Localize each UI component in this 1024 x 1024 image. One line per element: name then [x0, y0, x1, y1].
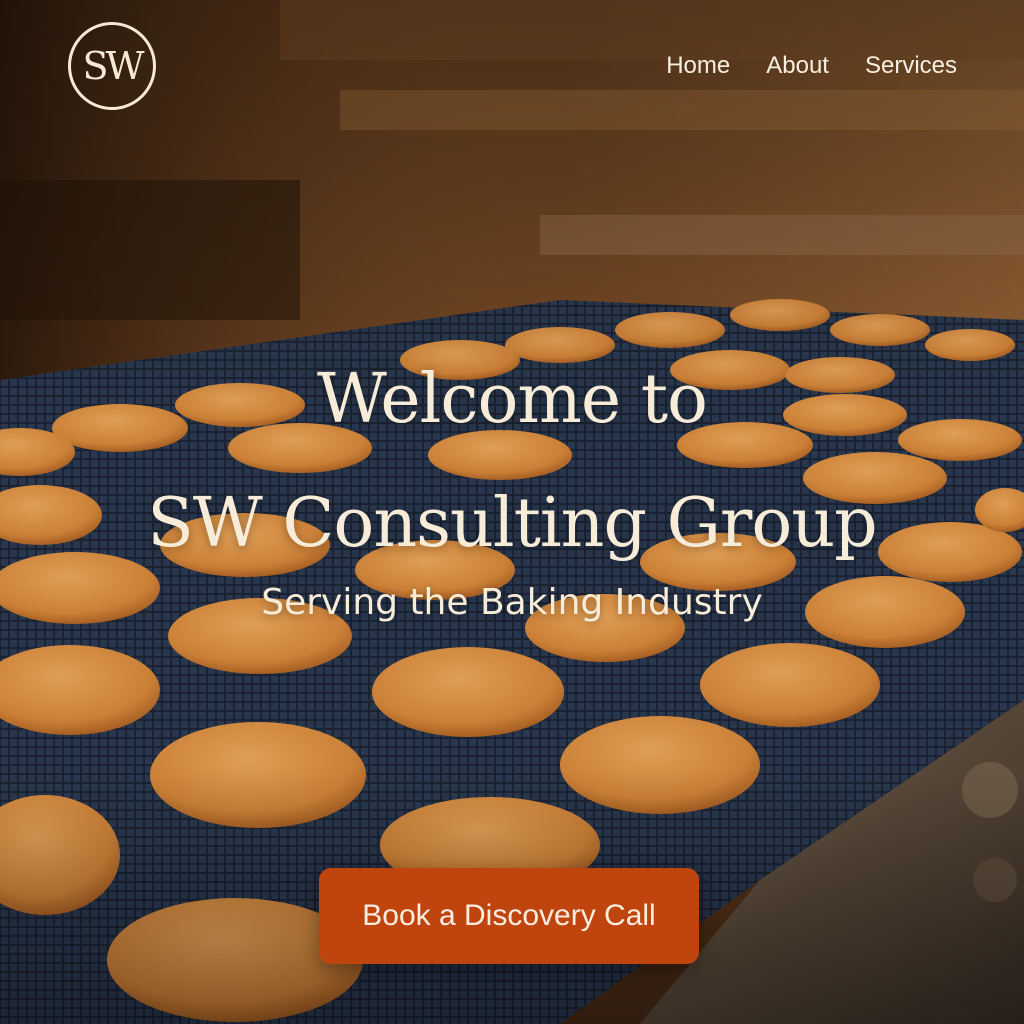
- logo-monogram: SW: [82, 44, 144, 88]
- hero-title-line-1: Welcome to: [317, 360, 708, 439]
- nav-link-services[interactable]: Services: [865, 52, 957, 80]
- main-navigation: Home About Services: [666, 52, 957, 80]
- logo[interactable]: SW: [68, 22, 156, 110]
- hero-section: SW Home About Services Welcome to SW Con…: [0, 0, 1024, 1024]
- nav-link-about[interactable]: About: [766, 52, 829, 80]
- hero-title: Welcome to SW Consulting Group: [0, 338, 1024, 586]
- nav-link-home[interactable]: Home: [666, 52, 730, 80]
- book-discovery-call-button[interactable]: Book a Discovery Call: [319, 868, 699, 964]
- hero-title-line-2: SW Consulting Group: [147, 484, 877, 563]
- hero-subtitle: Serving the Baking Industry: [261, 582, 763, 623]
